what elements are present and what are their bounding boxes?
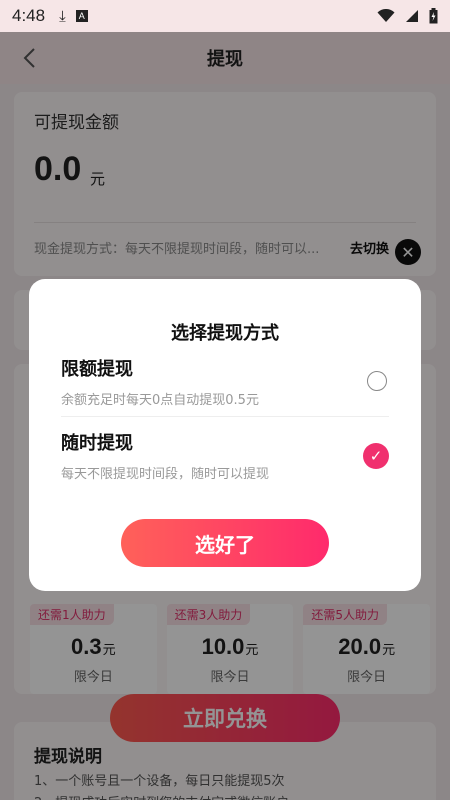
app-notification-icon: A: [75, 10, 88, 22]
wifi-icon: [377, 9, 395, 22]
status-time: 4:48: [12, 6, 46, 25]
download-icon: ⤓: [59, 7, 66, 25]
battery-icon: [429, 8, 438, 24]
signal-icon: [406, 10, 418, 22]
confirm-button[interactable]: 选好了: [121, 519, 329, 567]
option-desc: 每天不限提现时间段，随时可以提现: [61, 467, 270, 482]
dialog-title: 选择提现方式: [171, 323, 279, 344]
option-anytime-withdraw[interactable]: 随时提现 每天不限提现时间段，随时可以提现 ✓: [61, 429, 389, 491]
radio-checked-icon[interactable]: ✓: [363, 443, 389, 469]
status-bar: 4:48 ⤓ A: [0, 0, 450, 32]
option-name: 限额提现: [61, 359, 133, 380]
radio-unchecked-icon[interactable]: [367, 371, 387, 391]
option-name: 随时提现: [61, 433, 133, 454]
withdraw-method-dialog: 选择提现方式 限额提现 余额充足时每天0点自动提现0.5元 随时提现 每天不限提…: [29, 279, 421, 591]
option-limited-withdraw[interactable]: 限额提现 余额充足时每天0点自动提现0.5元: [61, 355, 389, 417]
option-desc: 余额充足时每天0点自动提现0.5元: [61, 393, 259, 408]
